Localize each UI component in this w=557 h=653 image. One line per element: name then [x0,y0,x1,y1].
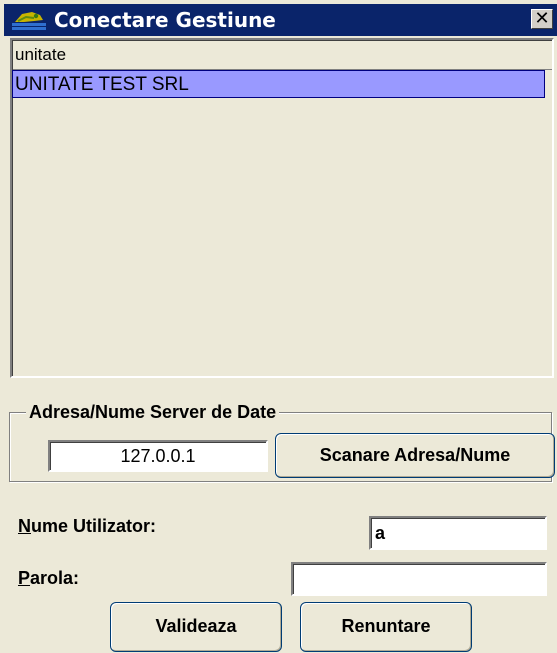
cancel-button[interactable]: Renuntare [300,602,472,652]
password-input[interactable] [291,562,547,596]
username-label-accelerator: N [18,516,31,536]
username-input[interactable]: a [369,516,547,550]
list-item[interactable]: UNITATE TEST SRL [12,70,545,98]
dialog-window: Conectare Gestiune ✕ unitate UNITATE TES… [0,0,557,653]
close-icon: ✕ [534,8,550,29]
validate-button[interactable]: Valideaza [110,602,282,652]
close-button[interactable]: ✕ [531,9,553,29]
server-group-legend: Adresa/Nume Server de Date [26,401,280,423]
app-icon [12,12,46,30]
scan-address-button[interactable]: Scanare Adresa/Nume [275,433,555,478]
title-bar[interactable]: Conectare Gestiune ✕ [4,4,557,36]
password-label-text: arola: [30,568,80,588]
username-label-text: ume Utilizator: [31,516,157,536]
list-column-header[interactable]: unitate [13,41,552,70]
username-label: Nume Utilizator: [18,516,156,537]
server-address-input[interactable]: 127.0.0.1 [48,440,268,472]
password-label-accelerator: P [18,568,31,588]
password-label: Parola: [18,568,79,589]
unit-list[interactable]: unitate UNITATE TEST SRL [10,38,554,378]
window-title: Conectare Gestiune [54,8,276,32]
